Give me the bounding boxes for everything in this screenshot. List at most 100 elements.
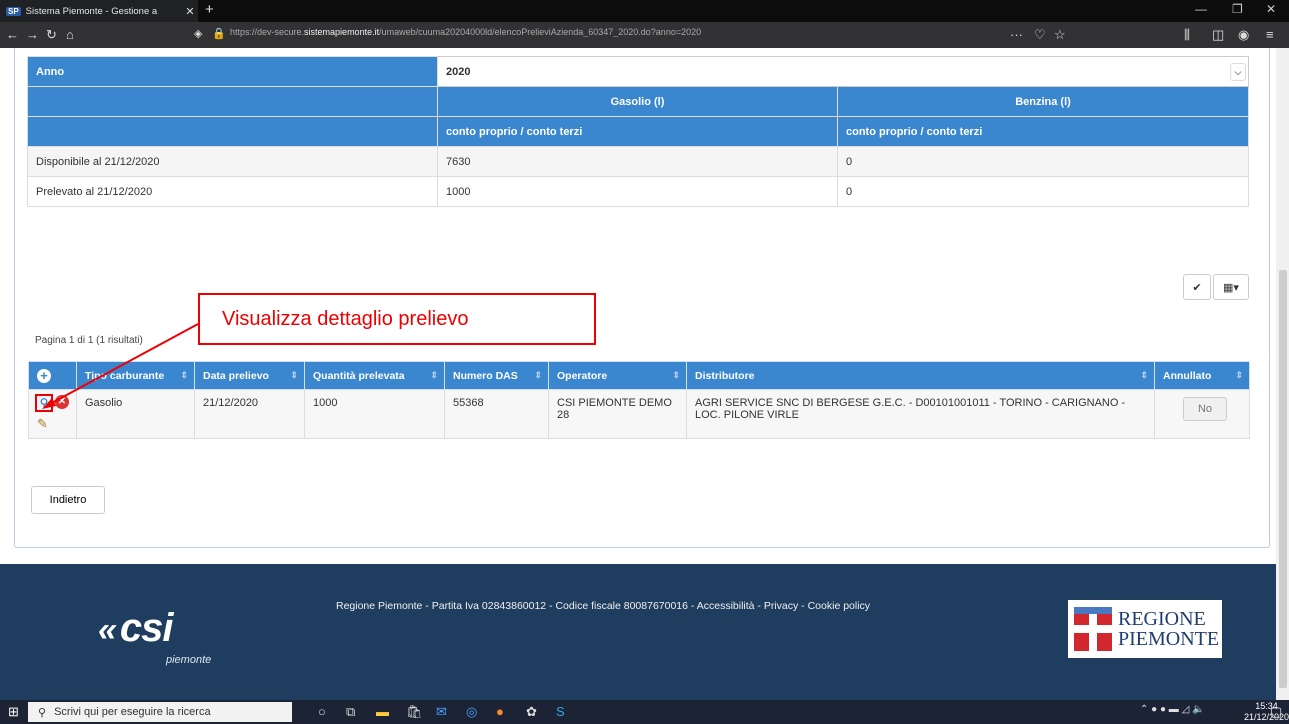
chevron-down-icon[interactable]: ⌵ bbox=[1230, 63, 1246, 81]
pagination-info: Pagina 1 di 1 (1 risultati) bbox=[35, 335, 143, 346]
edge-icon[interactable]: ◎ bbox=[466, 704, 477, 720]
benzina-value: 0 bbox=[837, 146, 1249, 177]
cell-data: 21/12/2020 bbox=[194, 389, 305, 439]
notifications-icon[interactable]: ▢ bbox=[1270, 704, 1282, 720]
table-tools: ✔ ▦▾ bbox=[1183, 274, 1249, 300]
annullato-toggle[interactable]: No bbox=[1183, 397, 1227, 421]
cell-quantita: 1000 bbox=[304, 389, 445, 439]
gasolio-header: Gasolio (l) bbox=[437, 86, 838, 117]
firefox-icon[interactable]: ● bbox=[496, 704, 504, 719]
shield-icon[interactable]: ◈ bbox=[194, 27, 202, 40]
th-quantita[interactable]: Quantità prelevata ⇕ bbox=[304, 361, 445, 390]
page-content: Anno 2020 ⌵ Gasolio (l) Benzina (l) conto… bbox=[0, 48, 1276, 700]
tray-icons[interactable]: ⌃ ● ● ▬ ◿ 🔈 bbox=[1140, 704, 1205, 715]
task-view-icon[interactable]: ⧉ bbox=[346, 704, 355, 720]
benzina-subheader: conto proprio / conto terzi bbox=[837, 116, 1249, 147]
table-row: Prelevato al 21/12/2020 1000 0 bbox=[27, 176, 1249, 207]
cortana-icon[interactable]: ○ bbox=[318, 704, 326, 719]
search-icon: ⚲ bbox=[38, 706, 47, 719]
sidebar-icon[interactable]: ◫ bbox=[1212, 27, 1224, 43]
benzina-value: 0 bbox=[837, 176, 1249, 207]
pocket-icon[interactable]: ♡ bbox=[1034, 27, 1046, 43]
sort-icon[interactable]: ⇕ bbox=[1235, 370, 1243, 381]
store-icon[interactable]: 🛍 bbox=[406, 704, 423, 720]
th-distributore[interactable]: Distributore ⇕ bbox=[686, 361, 1155, 390]
cell-distributore: AGRI SERVICE SNC DI BERGESE G.E.C. - D00… bbox=[686, 389, 1155, 439]
sort-icon[interactable]: ⇕ bbox=[534, 370, 542, 381]
sort-icon[interactable]: ⇕ bbox=[180, 370, 188, 381]
benzina-header: Benzina (l) bbox=[837, 86, 1249, 117]
row-label: Prelevato al 21/12/2020 bbox=[27, 176, 438, 207]
columns-icon[interactable]: ▦▾ bbox=[1213, 274, 1249, 300]
windows-start-icon[interactable]: ⊞ bbox=[8, 704, 19, 720]
th-das[interactable]: Numero DAS ⇕ bbox=[444, 361, 549, 390]
sort-icon[interactable]: ⇕ bbox=[1140, 370, 1148, 381]
minimize-icon[interactable]: — bbox=[1195, 2, 1207, 16]
gasolio-value: 1000 bbox=[437, 176, 838, 207]
browser-tab[interactable]: SP Sistema Piemonte - Gestione a ✕ bbox=[0, 0, 198, 22]
csi-logo: «csi bbox=[98, 606, 174, 650]
sort-icon[interactable]: ⇕ bbox=[430, 370, 438, 381]
gasolio-value: 7630 bbox=[437, 146, 838, 177]
back-icon[interactable]: ← bbox=[6, 27, 19, 42]
delete-icon[interactable]: ✕ bbox=[55, 395, 69, 409]
back-button[interactable]: Indietro bbox=[31, 486, 105, 514]
reload-icon[interactable]: ↻ bbox=[46, 27, 57, 43]
library-icon[interactable]: ⫼ bbox=[1184, 27, 1190, 43]
close-tab-icon[interactable]: ✕ bbox=[182, 5, 198, 18]
menu-icon[interactable]: ≡ bbox=[1266, 27, 1274, 42]
anno-select[interactable]: 2020 ⌵ bbox=[437, 56, 1249, 87]
address-bar[interactable]: https://dev-secure.sistemapiemonte.it/um… bbox=[230, 27, 1070, 37]
add-icon[interactable]: + bbox=[37, 368, 51, 383]
pencil-edit-icon[interactable]: ✎ bbox=[37, 416, 48, 432]
results-table: + Tipo carburante ⇕ Data prelievo ⇕ Quanti… bbox=[28, 361, 1250, 439]
toggle-chevron-icon[interactable]: ✔ bbox=[1183, 274, 1211, 300]
th-data[interactable]: Data prelievo ⇕ bbox=[194, 361, 305, 390]
account-icon[interactable]: ◉ bbox=[1238, 27, 1249, 43]
cell-das: 55368 bbox=[444, 389, 549, 439]
table-row: ⚲ ✕ ✎ Gasolio 21/12/2020 1000 55368 CSI … bbox=[28, 389, 1250, 439]
row-actions: ⚲ ✕ ✎ bbox=[28, 389, 77, 439]
browser-nav-bar: ← → ↻ ⌂ ◈ 🔒 https://dev-secure.sistemapi… bbox=[0, 22, 1289, 48]
add-column-header: + bbox=[28, 361, 77, 390]
bookmark-star-icon[interactable]: ☆ bbox=[1054, 27, 1066, 43]
cell-annullato: No bbox=[1154, 389, 1250, 439]
summary-table: Anno 2020 ⌵ Gasolio (l) Benzina (l) conto… bbox=[27, 56, 1249, 207]
cell-tipo: Gasolio bbox=[76, 389, 195, 439]
lock-icon: 🔒 bbox=[212, 28, 226, 40]
anno-label: Anno bbox=[27, 56, 438, 87]
browser-tab-bar: SP Sistema Piemonte - Gestione a ✕ + — ❐… bbox=[0, 0, 1289, 22]
tab-title: Sistema Piemonte - Gestione a bbox=[25, 5, 158, 17]
mail-icon[interactable]: ✉ bbox=[436, 704, 447, 720]
new-tab-icon[interactable]: + bbox=[205, 1, 214, 18]
home-icon[interactable]: ⌂ bbox=[66, 27, 74, 42]
page-scrollbar[interactable] bbox=[1276, 48, 1289, 700]
paint-icon[interactable]: ✿ bbox=[526, 704, 537, 720]
footer-links[interactable]: Regione Piemonte - Partita Iva 028438600… bbox=[336, 600, 870, 612]
favicon-icon: SP bbox=[6, 6, 21, 16]
gasolio-subheader: conto proprio / conto terzi bbox=[437, 116, 838, 147]
windows-taskbar: ⊞ ⚲ Scrivi qui per eseguire la ricerca ○ … bbox=[0, 700, 1289, 724]
csi-logo-sub: piemonte bbox=[166, 654, 212, 666]
sort-icon[interactable]: ⇕ bbox=[672, 370, 680, 381]
taskbar-search[interactable]: ⚲ Scrivi qui per eseguire la ricerca bbox=[28, 702, 292, 722]
close-window-icon[interactable]: ✕ bbox=[1266, 2, 1276, 16]
table-row: Disponibile al 21/12/2020 7630 0 bbox=[27, 146, 1249, 177]
magnifier-detail-icon[interactable]: ⚲ bbox=[35, 394, 53, 412]
th-annullato[interactable]: Annullato ⇕ bbox=[1154, 361, 1250, 390]
th-tipo[interactable]: Tipo carburante ⇕ bbox=[76, 361, 195, 390]
skype-icon[interactable]: S bbox=[556, 704, 565, 719]
regione-piemonte-logo: REGIONE PIEMONTE bbox=[1068, 600, 1222, 658]
page-actions-icon[interactable]: ··· bbox=[1010, 27, 1023, 42]
row-label: Disponibile al 21/12/2020 bbox=[27, 146, 438, 177]
flag-icon bbox=[1074, 607, 1112, 651]
th-operatore[interactable]: Operatore ⇕ bbox=[548, 361, 687, 390]
scrollbar-thumb[interactable] bbox=[1279, 270, 1287, 688]
footer: «csi piemonte Regione Piemonte - Partita… bbox=[0, 564, 1276, 700]
forward-icon[interactable]: → bbox=[26, 27, 39, 42]
sort-icon[interactable]: ⇕ bbox=[290, 370, 298, 381]
cell-operatore: CSI PIEMONTE DEMO 28 bbox=[548, 389, 687, 439]
annotation-callout: Visualizza dettaglio prelievo bbox=[198, 293, 596, 345]
restore-icon[interactable]: ❐ bbox=[1232, 2, 1243, 16]
file-explorer-icon[interactable]: ▬ bbox=[376, 704, 389, 719]
